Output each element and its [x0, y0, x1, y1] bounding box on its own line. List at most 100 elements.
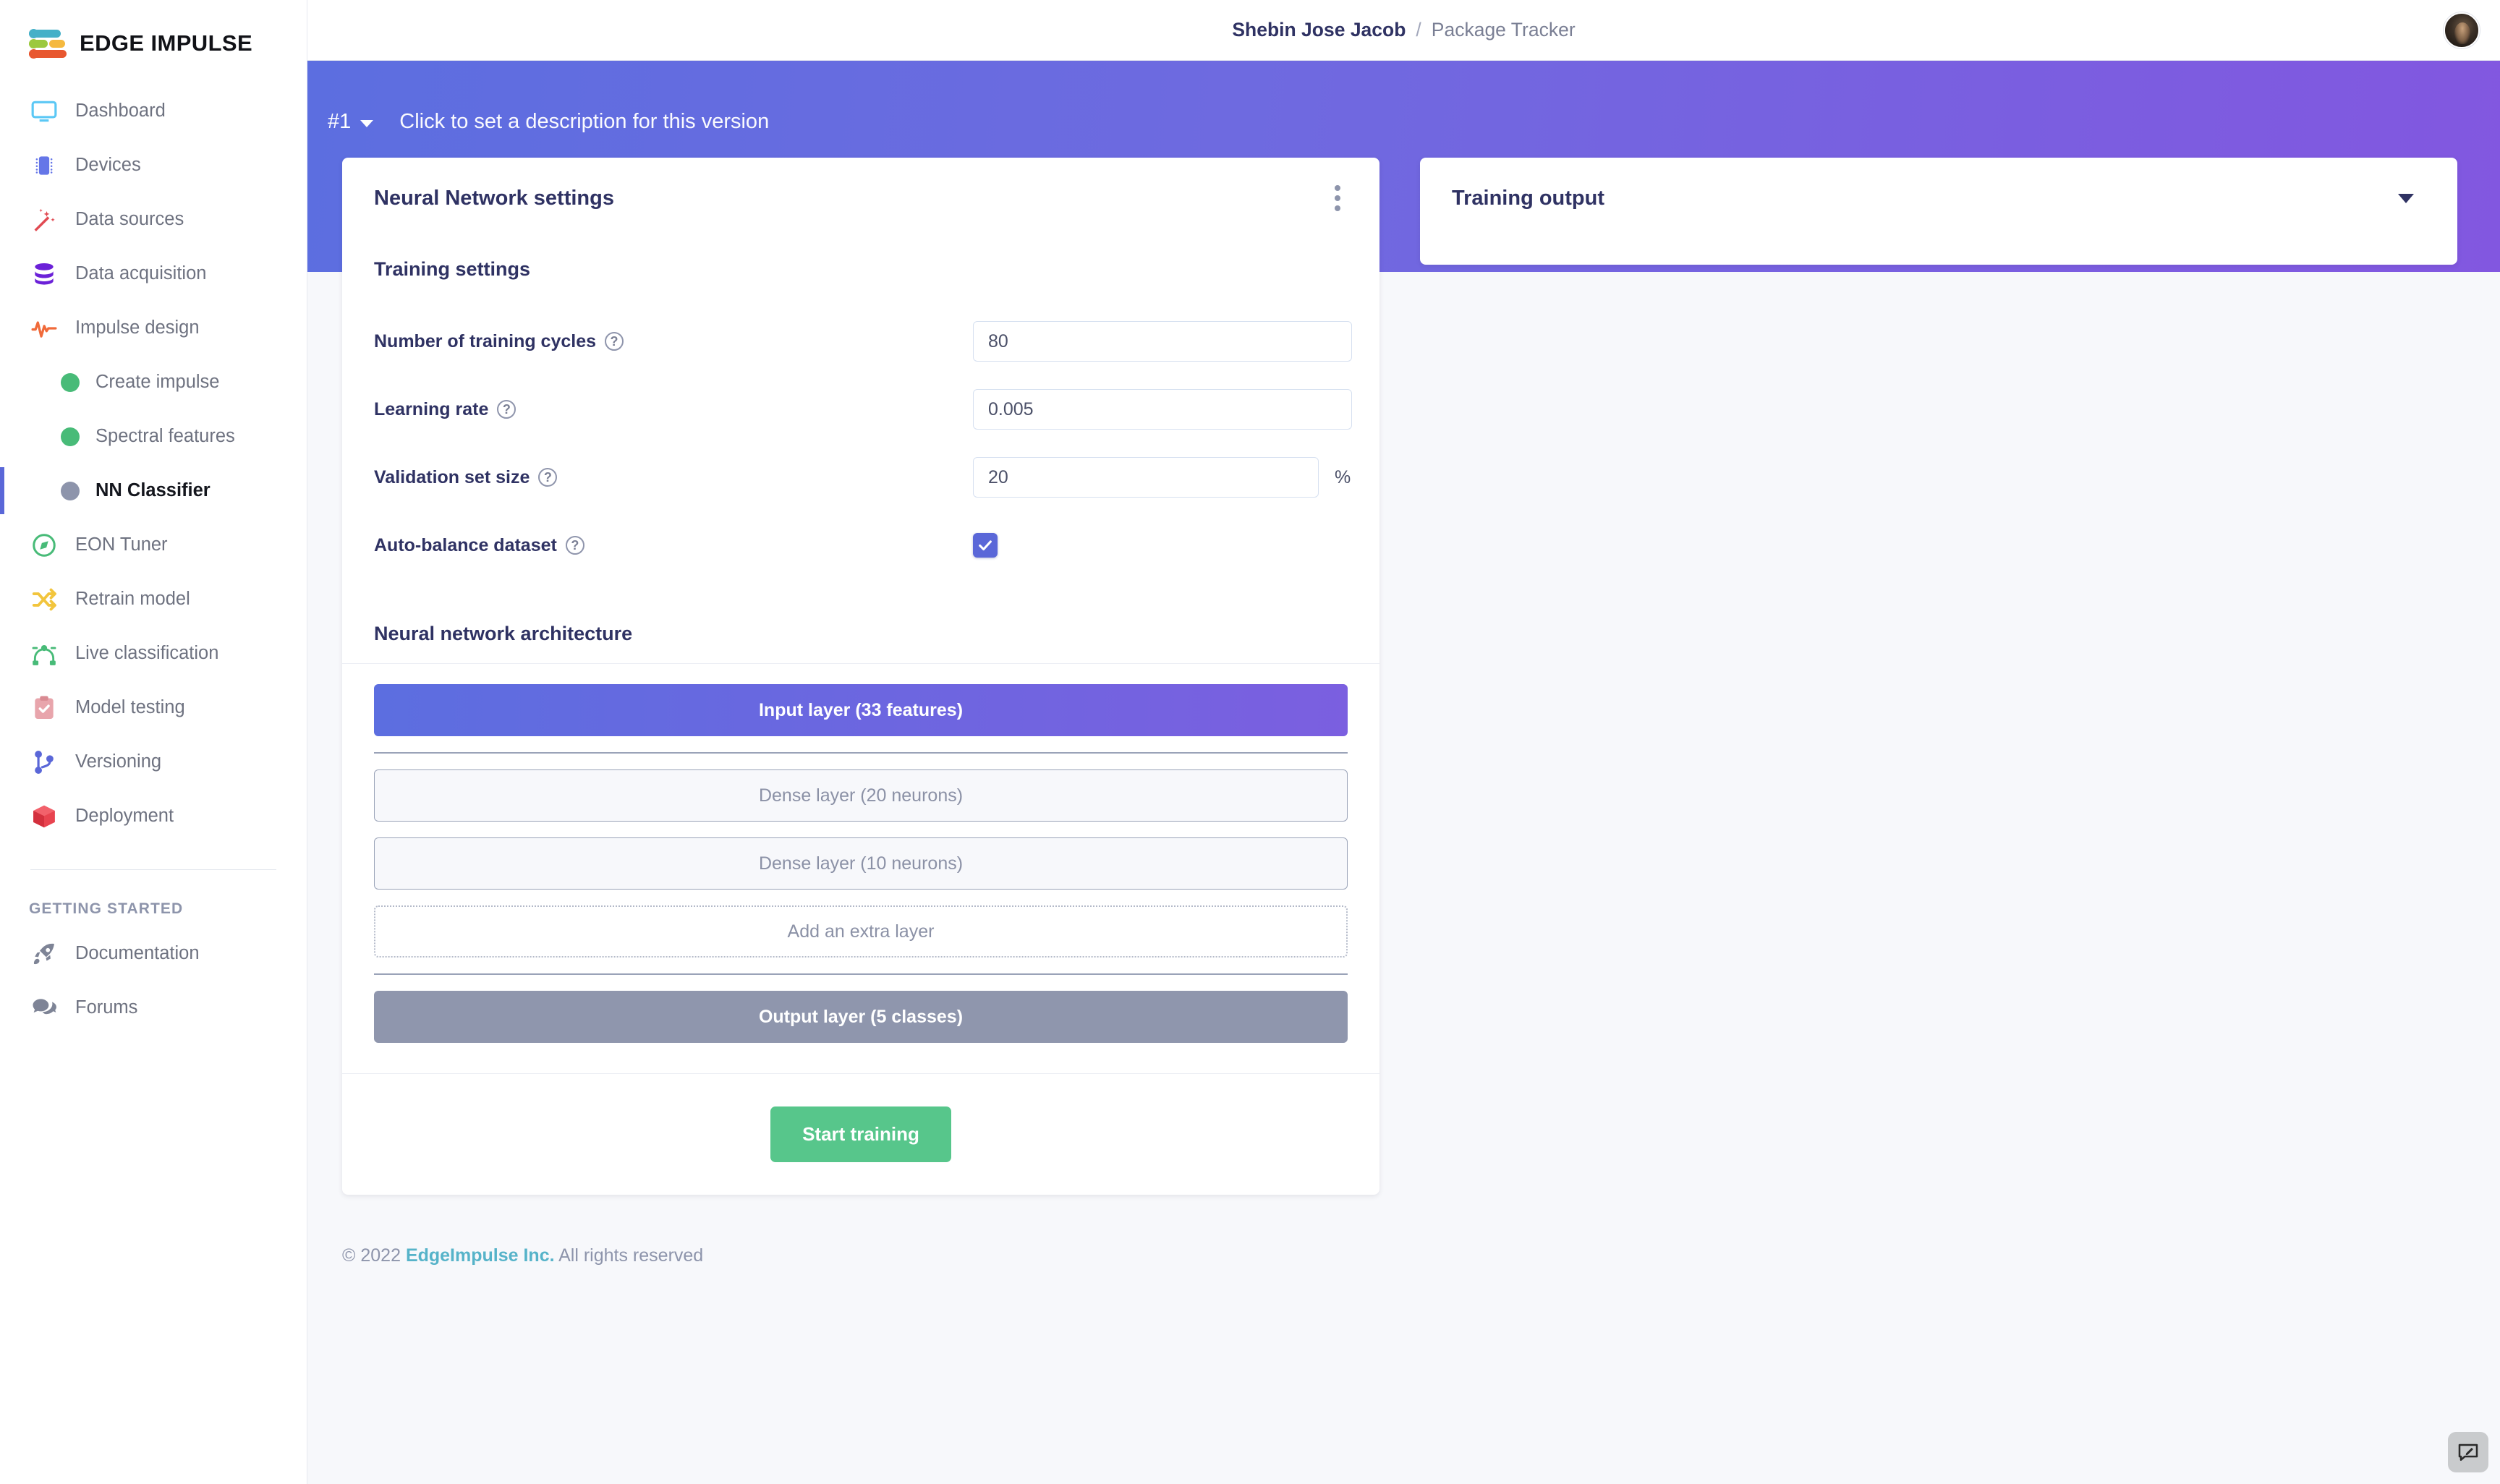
sidebar-item-nn-classifier[interactable]: NN Classifier [0, 464, 307, 518]
status-dot-icon [61, 481, 80, 500]
nodes-icon [29, 639, 59, 669]
sidebar-item-documentation[interactable]: Documentation [0, 926, 307, 981]
brand-name: EDGE IMPULSE [80, 30, 253, 56]
layer-input[interactable]: Input layer (33 features) [374, 684, 1348, 736]
sidebar-item-label: Forums [75, 997, 138, 1018]
sidebar-item-label: Devices [75, 155, 141, 175]
database-icon [29, 259, 59, 289]
chip-icon [29, 150, 59, 181]
add-extra-layer-button[interactable]: Add an extra layer [374, 905, 1348, 958]
field-label: Number of training cycles ? [374, 331, 973, 352]
footer-company[interactable]: EdgeImpulse Inc. [406, 1245, 555, 1266]
sidebar: EDGE IMPULSE Dashboard Devices Data sour… [0, 0, 307, 1484]
footer: © 2022 EdgeImpulse Inc. All rights reser… [342, 1245, 703, 1266]
sidebar-subitem-label: NN Classifier [95, 480, 211, 500]
sidebar-nav: Dashboard Devices Data sources Data acqu… [0, 84, 307, 1035]
start-training-row: Start training [342, 1073, 1379, 1195]
sidebar-item-dashboard[interactable]: Dashboard [0, 84, 307, 138]
sidebar-subitem-label: Create impulse [95, 372, 220, 392]
label-text: Learning rate [374, 398, 489, 419]
kebab-menu-icon[interactable] [1327, 178, 1348, 218]
check-icon [979, 540, 992, 551]
training-output-card: Training output [1420, 158, 2457, 265]
neural-network-settings-card: Neural Network settings Training setting… [342, 158, 1379, 1195]
sidebar-item-retrain-model[interactable]: Retrain model [0, 572, 307, 626]
field-row-auto-balance: Auto-balance dataset ? [374, 511, 1348, 579]
version-selector[interactable]: #1 [328, 110, 374, 134]
sidebar-item-label: Documentation [75, 943, 200, 963]
layer-dense-20[interactable]: Dense layer (20 neurons) [374, 769, 1348, 822]
compass-icon [29, 530, 59, 560]
status-dot-icon [61, 427, 80, 446]
sidebar-item-versioning[interactable]: Versioning [0, 735, 307, 789]
wand-icon [29, 205, 59, 235]
auto-balance-checkbox[interactable] [973, 533, 998, 558]
sidebar-item-label: Model testing [75, 697, 185, 717]
breadcrumb-project[interactable]: Package Tracker [1432, 19, 1576, 41]
breadcrumb-separator: / [1416, 19, 1421, 40]
label-text: Auto-balance dataset [374, 534, 557, 555]
sidebar-subitem-label: Spectral features [95, 426, 235, 446]
feedback-button[interactable] [2448, 1432, 2488, 1472]
footer-rights: All rights reserved [558, 1245, 704, 1266]
sidebar-item-label: Versioning [75, 751, 162, 772]
chevron-down-icon [360, 119, 374, 127]
help-icon[interactable]: ? [605, 332, 624, 351]
training-settings-form: Number of training cycles ? 80 Learning … [342, 299, 1379, 604]
sidebar-item-create-impulse[interactable]: Create impulse [0, 355, 307, 409]
card-title: Neural Network settings [374, 186, 614, 210]
sidebar-item-forums[interactable]: Forums [0, 981, 307, 1035]
layer-connector [374, 752, 1348, 754]
avatar[interactable] [2444, 12, 2480, 48]
training-output-body [1420, 239, 2457, 265]
help-icon[interactable]: ? [538, 468, 558, 487]
sidebar-item-label: Deployment [75, 806, 174, 826]
chat-icon [29, 993, 59, 1023]
sidebar-item-spectral-features[interactable]: Spectral features [0, 409, 307, 464]
start-training-button[interactable]: Start training [770, 1106, 951, 1162]
sidebar-item-devices[interactable]: Devices [0, 138, 307, 192]
chevron-down-icon[interactable] [2398, 193, 2414, 203]
status-dot-icon [61, 372, 80, 392]
learning-rate-input[interactable] [973, 389, 1352, 430]
architecture-heading: Neural network architecture [374, 622, 633, 644]
training-cycles-input[interactable] [973, 321, 1352, 362]
help-icon[interactable]: ? [497, 400, 516, 419]
field-label: Auto-balance dataset ? [374, 535, 973, 556]
box-icon [29, 801, 59, 832]
breadcrumb: Shebin Jose Jacob / Package Tracker [1232, 19, 1575, 41]
validation-set-size-input[interactable] [973, 457, 1319, 498]
clipboard-icon [29, 693, 59, 723]
field-label: Learning rate ? [374, 399, 973, 420]
sidebar-item-model-testing[interactable]: Model testing [0, 681, 307, 735]
top-bar: Shebin Jose Jacob / Package Tracker [307, 0, 2500, 61]
app-root: EDGE IMPULSE Dashboard Devices Data sour… [0, 0, 2500, 1484]
footer-copyright: © 2022 [342, 1245, 401, 1266]
architecture-layers: Input layer (33 features) Dense layer (2… [342, 664, 1379, 1049]
shuffle-icon [29, 584, 59, 615]
sidebar-item-data-sources[interactable]: Data sources [0, 192, 307, 247]
label-text: Validation set size [374, 466, 530, 487]
sidebar-item-impulse-design[interactable]: Impulse design [0, 301, 307, 355]
sidebar-item-label: Live classification [75, 643, 219, 663]
field-row-learning-rate: Learning rate ? [374, 375, 1352, 443]
field-label: Validation set size ? [374, 467, 973, 488]
monitor-icon [29, 96, 59, 127]
breadcrumb-owner[interactable]: Shebin Jose Jacob [1232, 19, 1406, 41]
brand-logo[interactable]: EDGE IMPULSE [0, 0, 307, 59]
layer-output[interactable]: Output layer (5 classes) [374, 991, 1348, 1043]
main-content: Shebin Jose Jacob / Package Tracker #1 C… [307, 0, 2500, 1484]
sidebar-item-label: EON Tuner [75, 534, 168, 555]
help-icon[interactable]: ? [565, 536, 584, 555]
layer-dense-10[interactable]: Dense layer (10 neurons) [374, 837, 1348, 890]
sidebar-item-deployment[interactable]: Deployment [0, 789, 307, 843]
sidebar-item-live-classification[interactable]: Live classification [0, 626, 307, 681]
sidebar-item-eon-tuner[interactable]: EON Tuner [0, 518, 307, 572]
sidebar-item-data-acquisition[interactable]: Data acquisition [0, 247, 307, 301]
label-text: Number of training cycles [374, 331, 597, 351]
content-area: Neural Network settings Training setting… [307, 158, 2500, 1195]
sidebar-item-label: Retrain model [75, 589, 190, 609]
version-description[interactable]: Click to set a description for this vers… [399, 110, 769, 134]
rocket-icon [29, 939, 59, 969]
layer-connector [374, 973, 1348, 975]
